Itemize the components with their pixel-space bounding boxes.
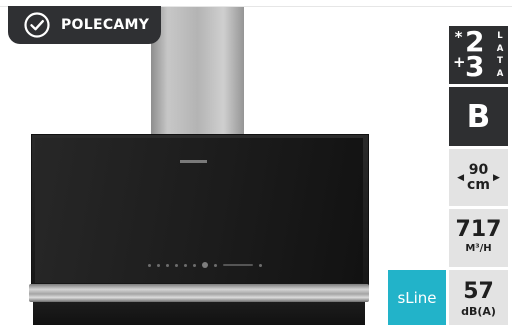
- warranty-tile: *2 +3 L A T A: [449, 26, 508, 84]
- width-tile: ◀ 90 cm ▶: [449, 149, 508, 206]
- product-image: [0, 0, 385, 325]
- series-label: sLine: [397, 288, 437, 307]
- control-dot: [193, 263, 196, 267]
- width-value: 90: [468, 161, 489, 178]
- noise-unit: dB(A): [461, 305, 496, 318]
- control-dot: [259, 263, 262, 267]
- check-circle-icon: [24, 12, 50, 38]
- control-dot: [175, 263, 178, 267]
- control-dot: [184, 263, 187, 267]
- airflow-unit: M³/H: [465, 243, 492, 254]
- caret-right-icon: ▶: [492, 172, 500, 183]
- hood-steel-strip: [29, 284, 369, 302]
- warranty-letter: A: [496, 43, 504, 54]
- warranty-extra-years: 3: [465, 50, 485, 83]
- series-tile: sLine: [388, 270, 446, 325]
- recommended-badge: POLECAMY: [8, 6, 161, 44]
- brand-logo: [180, 160, 207, 163]
- energy-class-value: B: [466, 98, 491, 135]
- control-knob: [202, 262, 208, 268]
- control-dot: [166, 263, 169, 267]
- hood-bottom: [33, 302, 365, 325]
- airflow-tile: 717 M³/H: [449, 209, 508, 267]
- control-bar: [223, 264, 253, 266]
- energy-class-tile: B: [449, 87, 508, 146]
- width-value-block: 90 cm: [467, 161, 490, 193]
- control-dot: [157, 263, 160, 267]
- width-unit: cm: [467, 176, 490, 193]
- warranty-letter: A: [496, 68, 504, 79]
- airflow-value: 717: [455, 217, 502, 242]
- control-dot: [214, 263, 217, 267]
- caret-left-icon: ◀: [457, 172, 465, 183]
- control-dot: [148, 263, 151, 267]
- warranty-asterisk: *: [454, 28, 463, 46]
- noise-tile: 57 dB(A): [449, 270, 508, 325]
- hood-chimney: [151, 7, 244, 135]
- noise-value: 57: [463, 279, 494, 304]
- warranty-line-2: +3: [453, 53, 484, 81]
- warranty-letter: L: [497, 31, 503, 41]
- warranty-years-label: L A T A: [495, 30, 505, 80]
- touch-controls: [148, 262, 262, 268]
- recommended-label: POLECAMY: [61, 17, 150, 33]
- warranty-letter: T: [497, 56, 503, 66]
- warranty-plus: +: [453, 53, 466, 71]
